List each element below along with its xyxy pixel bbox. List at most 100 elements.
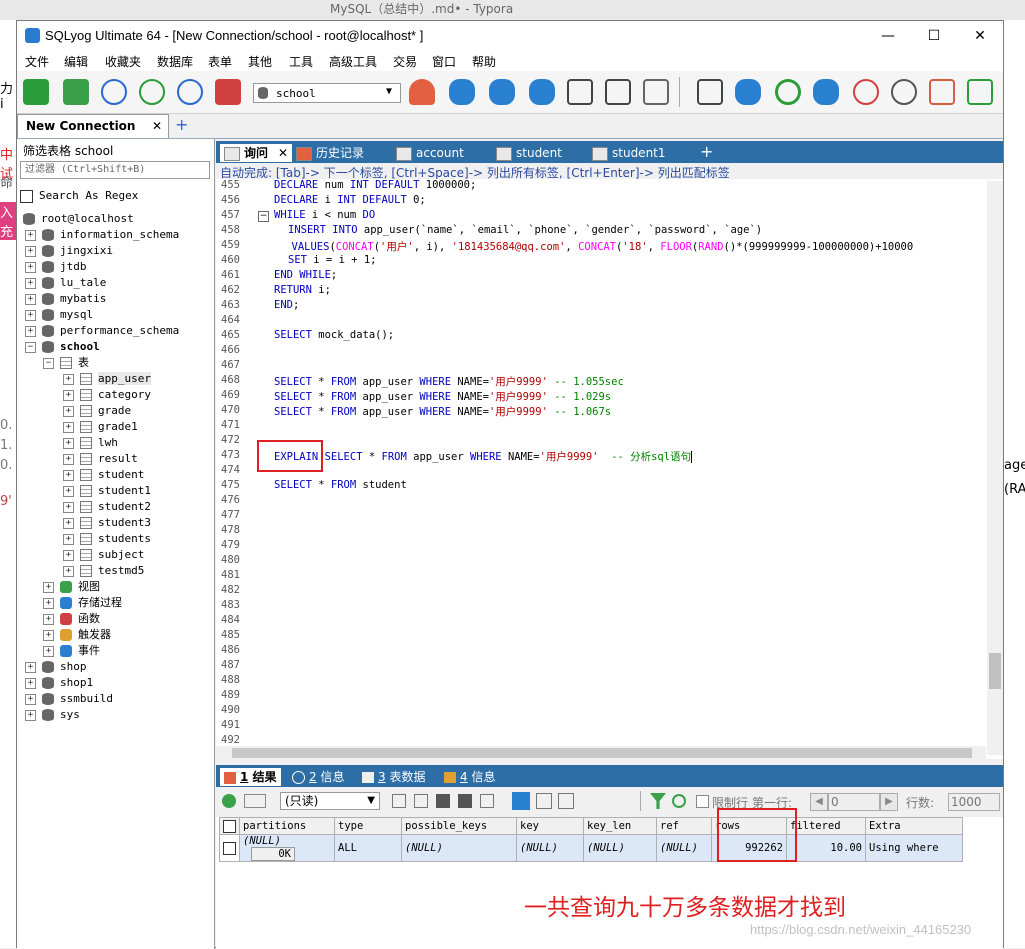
column-header[interactable]: possible_keys — [401, 817, 517, 835]
expand-icon[interactable]: + — [43, 629, 54, 641]
column-header[interactable]: Extra — [865, 817, 963, 835]
grid-view-icon[interactable] — [512, 792, 530, 810]
expand-icon[interactable]: + — [63, 565, 74, 577]
tree-folder-tables[interactable]: − 表 — [43, 355, 89, 371]
cell-possible-keys[interactable]: (NULL) — [401, 834, 517, 862]
tree-db-shop[interactable]: + shop — [25, 659, 87, 675]
tree-table-lwh[interactable]: + lwh — [63, 435, 118, 451]
edit-mode-select[interactable]: (只读) ▼ — [280, 792, 380, 810]
add-row-icon[interactable] — [222, 794, 236, 808]
cell-ref[interactable]: (NULL) — [656, 834, 712, 862]
shapes-icon[interactable] — [215, 79, 241, 105]
tree-table-student2[interactable]: + student2 — [63, 499, 151, 515]
sync-icon[interactable] — [529, 79, 555, 105]
menu-favorites[interactable]: 收藏夹 — [105, 53, 141, 70]
column-header[interactable]: type — [334, 817, 402, 835]
expand-icon[interactable]: + — [43, 581, 54, 593]
add-connection-button[interactable]: + — [175, 115, 188, 134]
restore-icon[interactable] — [489, 79, 515, 105]
expand-icon[interactable]: + — [43, 613, 54, 625]
tree-folder-4[interactable]: + 事件 — [43, 643, 100, 659]
tree-db-sys[interactable]: + sys — [25, 707, 80, 723]
collapse-icon[interactable]: − — [25, 341, 36, 353]
refresh-icon[interactable] — [672, 794, 686, 808]
checklist-icon[interactable] — [697, 79, 723, 105]
menu-table[interactable]: 表单 — [208, 53, 232, 70]
maximize-button[interactable]: ☐ — [911, 21, 957, 51]
expand-icon[interactable]: + — [43, 645, 54, 657]
scrollbar-thumb[interactable] — [232, 748, 972, 758]
column-header[interactable]: partitions — [239, 817, 335, 835]
close-button[interactable]: ✕ — [957, 21, 1003, 51]
menu-other[interactable]: 其他 — [248, 53, 272, 70]
expand-icon[interactable]: + — [63, 453, 74, 465]
tree-table-app_user[interactable]: + app_user — [63, 371, 151, 387]
cell-filtered[interactable]: 10.00 — [786, 834, 866, 862]
connection-tab[interactable]: New Connection ✕ — [17, 114, 169, 138]
menu-window[interactable]: 窗口 — [432, 53, 456, 70]
expand-icon[interactable]: + — [25, 261, 36, 273]
menu-help[interactable]: 帮助 — [472, 53, 496, 70]
expand-icon[interactable]: + — [63, 405, 74, 417]
tree-folder-3[interactable]: + 触发器 — [43, 627, 111, 643]
database-select[interactable]: school ▼ — [253, 83, 401, 103]
tree-db-information_schema[interactable]: + information_schema — [25, 227, 179, 243]
limit-checkbox[interactable] — [696, 795, 709, 808]
column-header[interactable]: key — [516, 817, 584, 835]
expand-icon[interactable]: + — [25, 309, 36, 321]
delete-icon[interactable] — [458, 794, 472, 808]
window-icon[interactable] — [929, 79, 955, 105]
expand-icon[interactable]: + — [25, 229, 36, 241]
collapse-icon[interactable]: − — [43, 357, 54, 369]
expand-icon[interactable]: + — [25, 277, 36, 289]
menu-database[interactable]: 数据库 — [157, 53, 193, 70]
tree-table-student[interactable]: + student — [63, 467, 144, 483]
expand-icon[interactable]: + — [25, 245, 36, 257]
tree-table-category[interactable]: + category — [63, 387, 151, 403]
tree-root-connection[interactable]: root@localhost — [23, 211, 134, 227]
tab-history[interactable]: 历史记录 — [296, 144, 364, 162]
form-view-icon[interactable] — [536, 793, 552, 809]
minimize-button[interactable]: — — [865, 21, 911, 51]
expand-icon[interactable]: + — [63, 533, 74, 545]
refresh-icon[interactable] — [775, 79, 801, 105]
menu-transaction[interactable]: 交易 — [393, 53, 417, 70]
regex-checkbox[interactable]: Search As Regex — [20, 189, 138, 203]
expand-icon[interactable]: + — [25, 293, 36, 305]
scheduler-icon[interactable] — [853, 79, 879, 105]
tree-db-jingxixi[interactable]: + jingxixi — [25, 243, 113, 259]
table-row[interactable]: (NULL)0K ALL (NULL) (NULL) (NULL) (NULL)… — [219, 834, 963, 862]
import-icon[interactable] — [605, 79, 631, 105]
next-page-button[interactable]: ▶ — [880, 793, 898, 811]
tree-table-grade[interactable]: + grade — [63, 403, 131, 419]
execute-edit-icon[interactable] — [177, 79, 203, 105]
first-row-input[interactable]: 0 — [828, 793, 880, 811]
expand-icon[interactable]: + — [25, 693, 36, 705]
select-all-cell[interactable] — [219, 817, 240, 835]
expand-icon[interactable]: + — [25, 325, 36, 337]
cell-key[interactable]: (NULL) — [516, 834, 584, 862]
cell-partitions[interactable]: (NULL)0K — [239, 834, 335, 862]
execute-icon[interactable] — [101, 79, 127, 105]
db-refresh-icon[interactable] — [735, 79, 761, 105]
tree-db-mysql[interactable]: + mysql — [25, 307, 93, 323]
connect-icon[interactable] — [23, 79, 49, 105]
column-header[interactable]: ref — [656, 817, 712, 835]
tree-db-mybatis[interactable]: + mybatis — [25, 291, 106, 307]
insert-row-icon[interactable] — [392, 794, 406, 808]
tree-db-jtdb[interactable]: + jtdb — [25, 259, 87, 275]
expand-icon[interactable]: + — [63, 517, 74, 529]
filter-input[interactable]: 过滤器 (Ctrl+Shift+B) — [20, 161, 210, 179]
tree-db-lu_tale[interactable]: + lu_tale — [25, 275, 106, 291]
expand-icon[interactable]: + — [63, 549, 74, 561]
menu-advanced-tools[interactable]: 高级工具 — [329, 53, 377, 70]
tree-folder-0[interactable]: + 视图 — [43, 579, 100, 595]
rows-count-input[interactable]: 1000 — [948, 793, 1000, 811]
expand-icon[interactable]: + — [43, 597, 54, 609]
column-header[interactable]: key_len — [583, 817, 657, 835]
tree-folder-1[interactable]: + 存储过程 — [43, 595, 122, 611]
expand-icon[interactable]: + — [25, 677, 36, 689]
new-query-icon[interactable] — [63, 79, 89, 105]
db-sync-icon[interactable] — [813, 79, 839, 105]
row-select-cell[interactable] — [219, 834, 240, 862]
